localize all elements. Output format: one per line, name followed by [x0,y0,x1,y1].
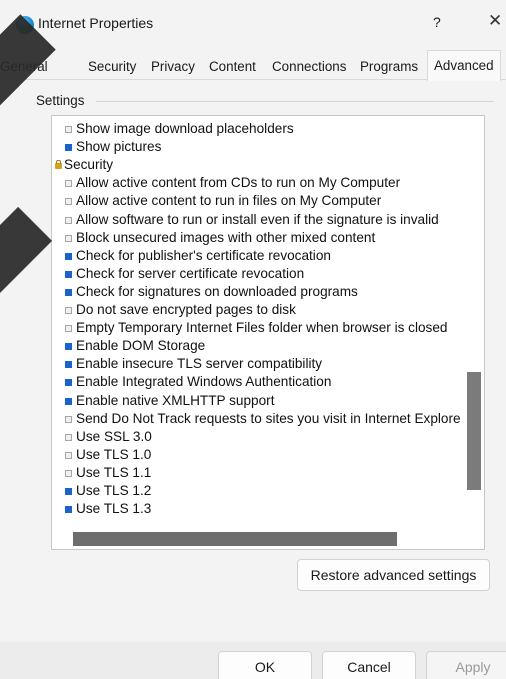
setting-label: Allow active content to run in files on … [76,193,382,209]
checkbox[interactable] [65,451,72,459]
setting-label: Check for publisher's certificate revoca… [76,247,331,263]
setting-label: Check for server certificate revocation [76,265,305,281]
checkbox[interactable] [65,325,72,333]
tab-content[interactable]: Content [209,59,256,74]
checkbox[interactable] [65,488,72,495]
tab-advanced[interactable]: Advanced [427,50,501,81]
checkbox[interactable] [65,198,72,206]
tab-strip: General Security Privacy Content Connect… [0,50,506,81]
checkbox[interactable] [65,307,72,314]
checkbox[interactable] [65,379,72,387]
checkbox[interactable] [65,126,72,133]
checkbox[interactable] [65,270,72,278]
internet-properties-dialog: Internet Properties ? ✕ General Security… [0,0,506,679]
window-title: Internet Properties [38,15,154,31]
setting-label: Do not save encrypted pages to disk [76,302,296,317]
setting-label: Check for signatures on downloaded progr… [76,283,358,299]
tab-general[interactable]: General [0,59,48,74]
setting-label: Show pictures [76,139,162,155]
setting-label: Use SSL 3.0 [76,428,152,444]
setting-label: Send Do Not Track requests to sites you … [76,410,461,426]
setting-label: Allow software to run or install even if… [76,211,439,227]
checkbox[interactable] [65,506,72,514]
setting-label: Show image download placeholders [76,121,294,136]
setting-label: Allow active content from CDs to run on … [76,175,401,191]
checkbox[interactable] [65,361,72,369]
cancel-button[interactable]: Cancel [322,651,416,679]
checkbox[interactable] [65,234,72,242]
tab-programs[interactable]: Programs [360,59,418,74]
close-icon[interactable]: ✕ [488,11,502,31]
setting-label: Use TLS 1.2 [76,483,152,498]
setting-label: Empty Temporary Internet Files folder wh… [76,320,448,336]
setting-label: Enable native XMLHTTP support [76,392,275,408]
group-divider [96,101,494,102]
setting-label: Use TLS 1.3 [76,501,152,517]
setting-label: Use TLS 1.0 [76,446,152,462]
setting-label: Enable insecure TLS server compatibility [76,356,323,372]
setting-label: Enable Integrated Windows Authentication [76,374,332,390]
lock-icon [55,160,62,170]
checkbox[interactable] [65,288,72,296]
setting-label: Block unsecured images with other mixed … [76,229,376,245]
setting-label: Enable DOM Storage [76,338,206,354]
checkbox[interactable] [65,433,72,441]
horizontal-scrollbar-thumb[interactable] [73,532,397,546]
tab-security[interactable]: Security [88,59,136,74]
apply-button[interactable]: Apply [426,651,506,679]
setting-label: Use TLS 1.1 [76,464,152,480]
checkbox[interactable] [65,397,72,405]
ok-button[interactable]: OK [218,651,312,679]
checkbox[interactable] [65,252,72,260]
title-bar: Internet Properties ? ✕ [0,0,506,48]
checkbox[interactable] [65,469,72,477]
globe-icon [16,16,34,34]
tab-connections[interactable]: Connections [272,59,346,74]
checkbox[interactable] [65,415,72,423]
settings-group-label: Settings [36,93,89,108]
advanced-settings-list[interactable]: Show image download placeholders Show pic… [51,115,485,550]
help-button[interactable]: ? [433,14,441,30]
checkbox[interactable] [65,343,72,351]
checkbox[interactable] [65,180,72,188]
restore-advanced-settings-button[interactable]: Restore advanced settings [297,559,490,591]
checkbox[interactable] [65,144,72,152]
tab-privacy[interactable]: Privacy [151,59,195,74]
checkbox[interactable] [65,216,72,224]
vertical-scrollbar-thumb[interactable] [467,372,481,490]
setting-label: Security [64,157,114,173]
